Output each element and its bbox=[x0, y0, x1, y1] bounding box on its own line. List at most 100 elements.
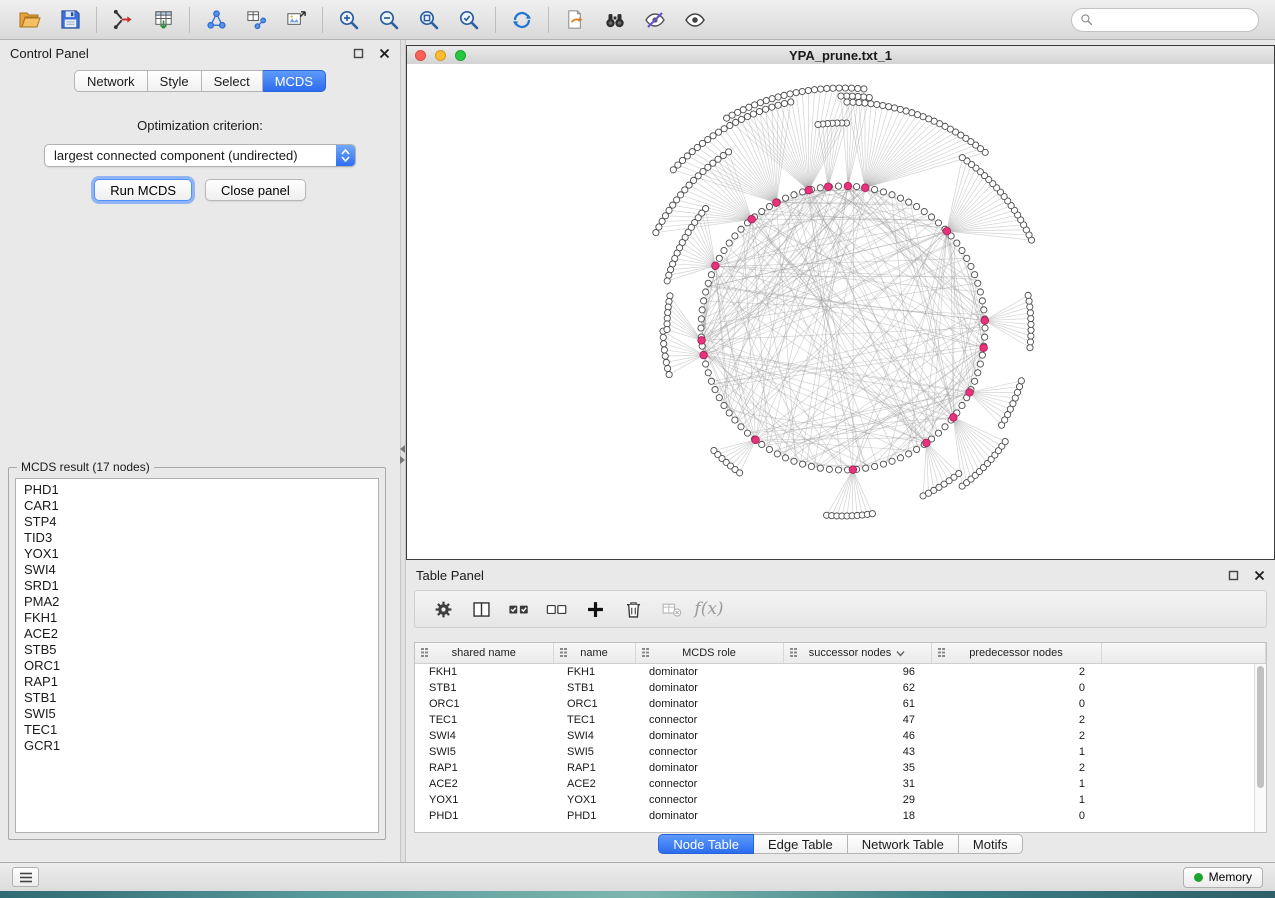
mcds-result-item[interactable]: FKH1 bbox=[24, 610, 370, 626]
table-panel-title: Table Panel bbox=[416, 568, 484, 583]
mcds-result-item[interactable]: CAR1 bbox=[24, 498, 370, 514]
deselect-all-button[interactable] bbox=[541, 594, 573, 624]
show-columns-button[interactable] bbox=[465, 594, 497, 624]
zoom-out-icon bbox=[377, 8, 401, 32]
menu-button[interactable] bbox=[12, 867, 39, 887]
network-canvas[interactable] bbox=[407, 64, 1274, 559]
table-row[interactable]: STB1STB1dominator620 bbox=[415, 680, 1266, 696]
optimization-criterion-label: Optimization criterion: bbox=[0, 118, 400, 133]
column-header-name[interactable]: name bbox=[553, 643, 635, 664]
mcds-result-item[interactable]: RAP1 bbox=[24, 674, 370, 690]
mcds-result-item[interactable]: SWI4 bbox=[24, 562, 370, 578]
tab-network-table[interactable]: Network Table bbox=[848, 834, 959, 854]
tab-motifs[interactable]: Motifs bbox=[959, 834, 1023, 854]
delete-column-button[interactable] bbox=[617, 594, 649, 624]
mcds-result-item[interactable]: SWI5 bbox=[24, 706, 370, 722]
toolbar-separator bbox=[548, 7, 549, 33]
table-row[interactable]: ORC1ORC1dominator610 bbox=[415, 696, 1266, 712]
clone-network-button[interactable] bbox=[555, 4, 595, 36]
mcds-result-item[interactable]: STB1 bbox=[24, 690, 370, 706]
scrollbar-thumb[interactable] bbox=[1257, 666, 1264, 788]
table-row[interactable]: FKH1FKH1dominator962 bbox=[415, 664, 1266, 681]
zoom-out-button[interactable] bbox=[369, 4, 409, 36]
memory-label: Memory bbox=[1209, 870, 1252, 884]
mcds-result-item[interactable]: ACE2 bbox=[24, 626, 370, 642]
import-network-button[interactable] bbox=[103, 4, 143, 36]
criterion-dropdown[interactable]: largest connected component (undirected) bbox=[44, 144, 356, 167]
new-network-button[interactable] bbox=[196, 4, 236, 36]
table-row[interactable]: PHD1PHD1dominator180 bbox=[415, 808, 1266, 824]
table-row[interactable]: SWI5SWI5connector431 bbox=[415, 744, 1266, 760]
zoom-in-icon bbox=[337, 8, 361, 32]
table-row[interactable]: SWI4SWI4dominator462 bbox=[415, 728, 1266, 744]
maximize-window-icon[interactable] bbox=[455, 50, 466, 61]
clone-document-icon bbox=[564, 8, 587, 31]
mcds-result-item[interactable]: ORC1 bbox=[24, 658, 370, 674]
table-row[interactable]: YOX1YOX1connector291 bbox=[415, 792, 1266, 808]
mcds-result-item[interactable]: GCR1 bbox=[24, 738, 370, 754]
close-panel-button[interactable]: Close panel bbox=[205, 179, 306, 201]
tab-style[interactable]: Style bbox=[148, 70, 202, 92]
mcds-result-item[interactable]: STP4 bbox=[24, 514, 370, 530]
column-header-filler bbox=[1101, 643, 1266, 664]
find-button[interactable] bbox=[595, 4, 635, 36]
collapse-left-icon[interactable] bbox=[400, 445, 405, 453]
close-panel-icon[interactable] bbox=[379, 48, 390, 59]
network-title: YPA_prune.txt_1 bbox=[407, 48, 1274, 63]
float-panel-icon[interactable] bbox=[353, 48, 364, 59]
mcds-result-item[interactable]: SRD1 bbox=[24, 578, 370, 594]
node-table: shared namenameMCDS rolesuccessor nodesp… bbox=[414, 642, 1267, 833]
run-mcds-button[interactable]: Run MCDS bbox=[94, 179, 192, 201]
mcds-result-list[interactable]: PHD1CAR1STP4TID3YOX1SWI4SRD1PMA2FKH1ACE2… bbox=[15, 478, 379, 833]
table-row[interactable]: RAP1RAP1dominator352 bbox=[415, 760, 1266, 776]
select-all-button[interactable] bbox=[503, 594, 535, 624]
tab-mcds[interactable]: MCDS bbox=[263, 70, 326, 92]
mcds-result-item[interactable]: STB5 bbox=[24, 642, 370, 658]
float-panel-icon[interactable] bbox=[1228, 570, 1239, 581]
network-titlebar: YPA_prune.txt_1 bbox=[407, 46, 1274, 65]
close-window-icon[interactable] bbox=[415, 50, 426, 61]
open-file-button[interactable] bbox=[10, 4, 50, 36]
refresh-layout-button[interactable] bbox=[502, 4, 542, 36]
save-icon bbox=[59, 8, 82, 31]
expand-right-icon[interactable] bbox=[400, 456, 405, 464]
function-builder-button[interactable]: f(x) bbox=[693, 594, 725, 624]
memory-button[interactable]: Memory bbox=[1183, 867, 1263, 888]
delete-table-icon bbox=[660, 599, 683, 620]
search-input[interactable] bbox=[1098, 12, 1250, 28]
column-header-successor-nodes[interactable]: successor nodes bbox=[783, 643, 931, 664]
zoom-fit-button[interactable] bbox=[409, 4, 449, 36]
tab-network[interactable]: Network bbox=[74, 70, 148, 92]
tab-node-table[interactable]: Node Table bbox=[658, 834, 754, 854]
hide-selected-button[interactable] bbox=[635, 4, 675, 36]
export-image-button[interactable] bbox=[276, 4, 316, 36]
table-scrollbar[interactable] bbox=[1254, 664, 1266, 832]
import-table-button[interactable] bbox=[143, 4, 183, 36]
mcds-result-item[interactable]: PHD1 bbox=[24, 482, 370, 498]
add-column-button[interactable] bbox=[579, 594, 611, 624]
network-window: YPA_prune.txt_1 bbox=[406, 45, 1275, 560]
column-header-predecessor-nodes[interactable]: predecessor nodes bbox=[931, 643, 1101, 664]
mcds-result-item[interactable]: PMA2 bbox=[24, 594, 370, 610]
mcds-result-item[interactable]: YOX1 bbox=[24, 546, 370, 562]
column-header-MCDS-role[interactable]: MCDS role bbox=[635, 643, 783, 664]
zoom-in-button[interactable] bbox=[329, 4, 369, 36]
delete-table-button[interactable] bbox=[655, 594, 687, 624]
tab-select[interactable]: Select bbox=[202, 70, 263, 92]
mcds-result-item[interactable]: TEC1 bbox=[24, 722, 370, 738]
save-session-button[interactable] bbox=[50, 4, 90, 36]
table-row[interactable]: TEC1TEC1connector472 bbox=[415, 712, 1266, 728]
tab-edge-table[interactable]: Edge Table bbox=[754, 834, 848, 854]
network-from-table-button[interactable] bbox=[236, 4, 276, 36]
table-row[interactable]: ACE2ACE2connector311 bbox=[415, 776, 1266, 792]
table-mode-button[interactable] bbox=[427, 594, 459, 624]
mcds-result-item[interactable]: TID3 bbox=[24, 530, 370, 546]
column-header-shared-name[interactable]: shared name bbox=[415, 643, 553, 664]
zoom-selected-button[interactable] bbox=[449, 4, 489, 36]
network-graph[interactable] bbox=[407, 64, 1274, 559]
show-all-button[interactable] bbox=[675, 4, 715, 36]
close-panel-icon[interactable] bbox=[1254, 570, 1265, 581]
criterion-value: largest connected component (undirected) bbox=[45, 148, 336, 163]
splitter-collapse-icons[interactable] bbox=[400, 445, 405, 464]
minimize-window-icon[interactable] bbox=[435, 50, 446, 61]
